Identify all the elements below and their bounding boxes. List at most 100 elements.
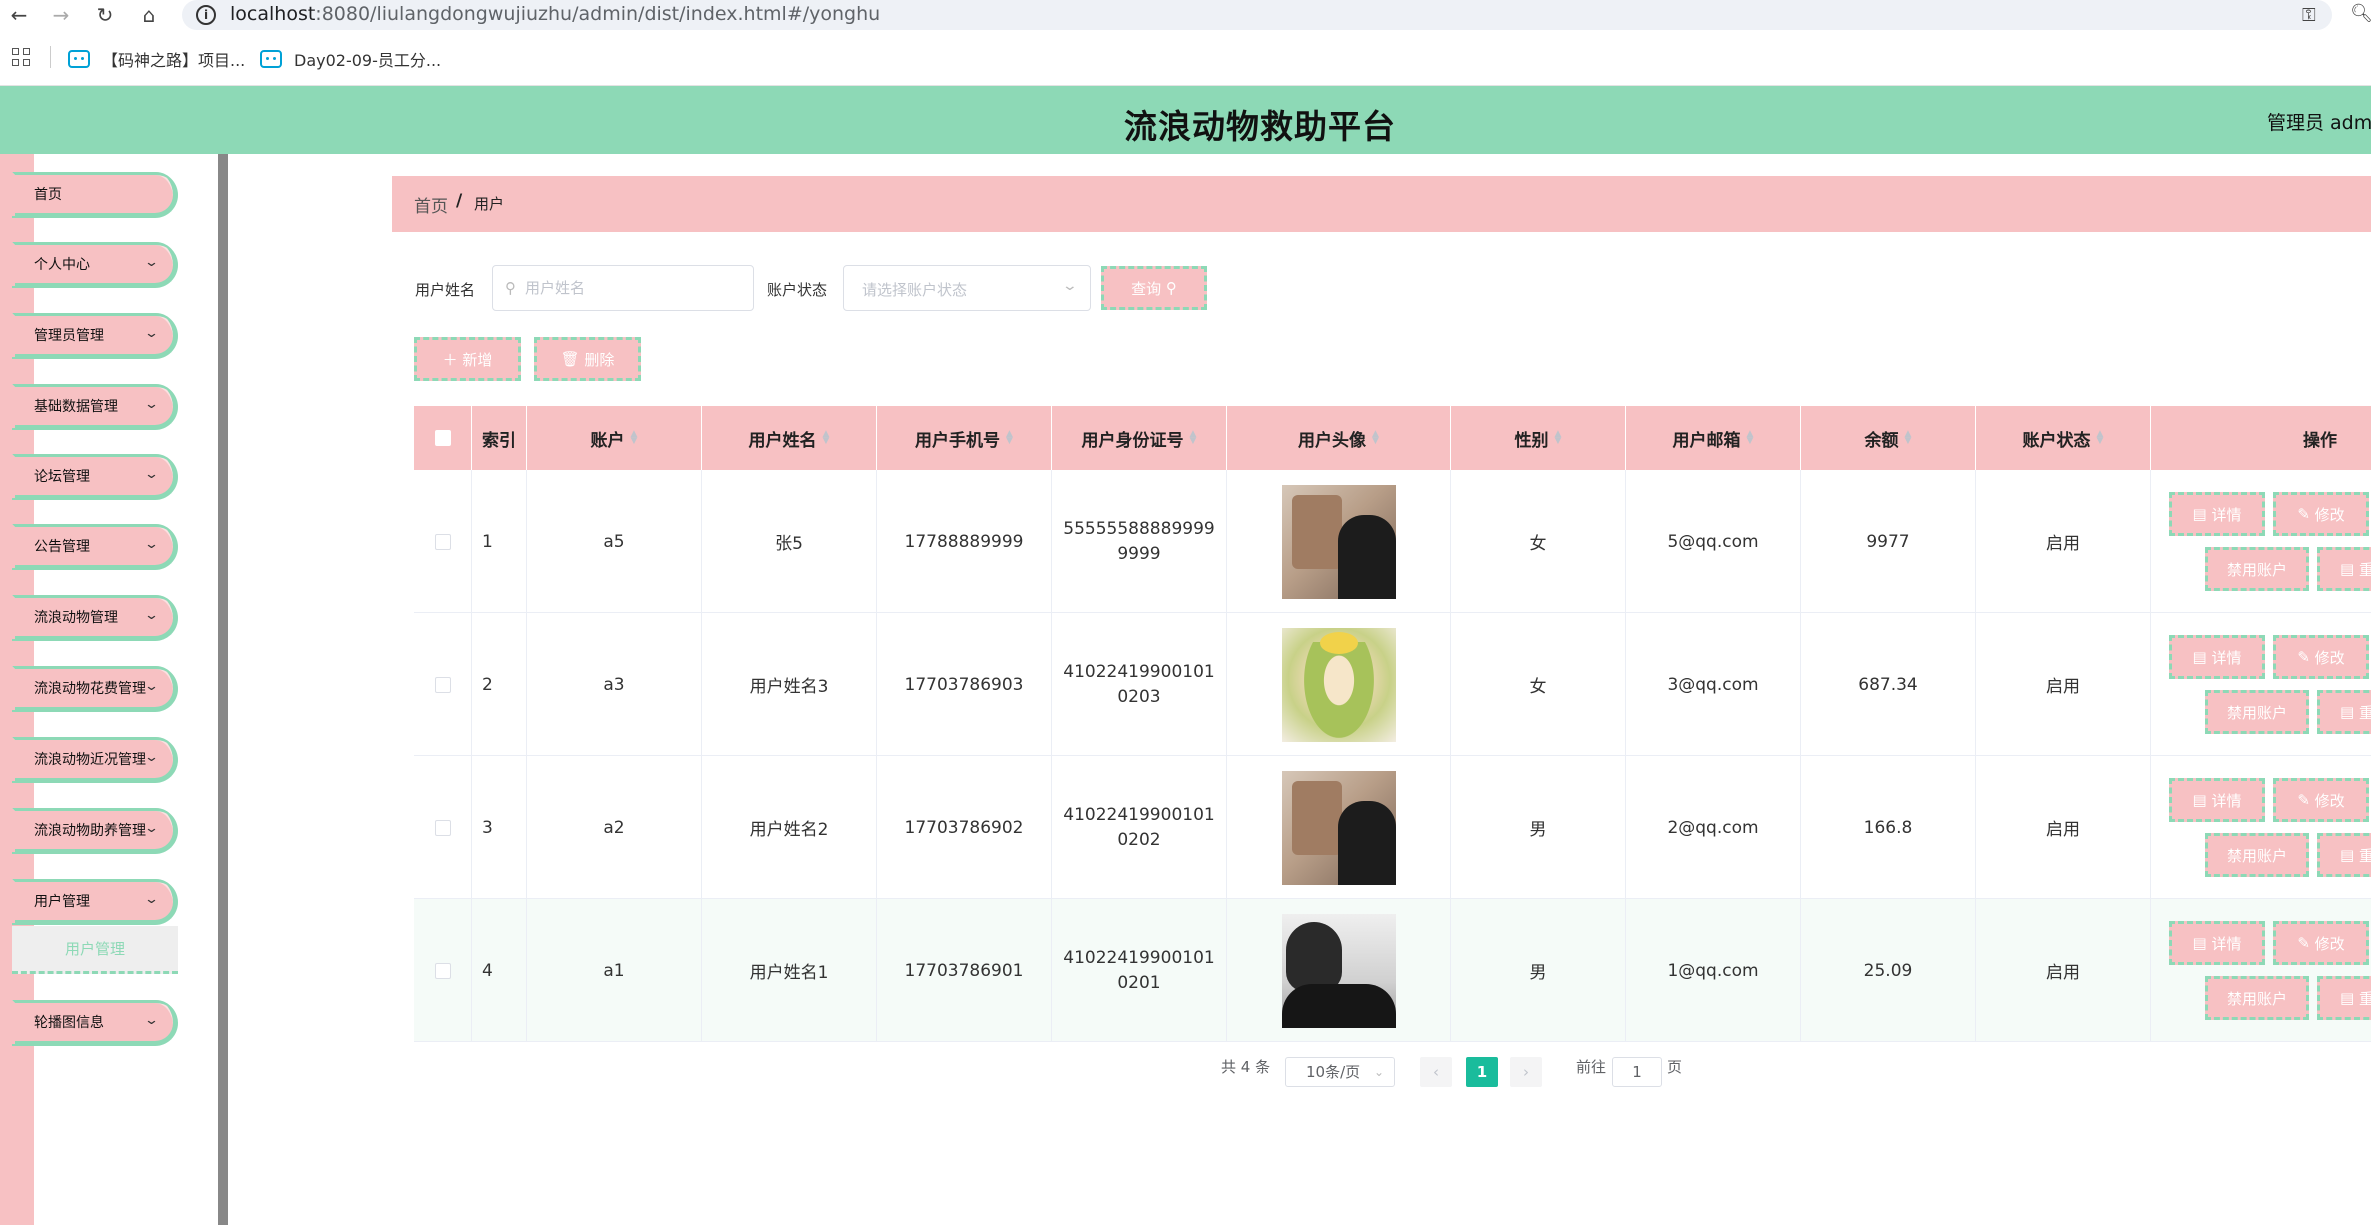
sort-caret-icon[interactable]: ▲ ▼ (1372, 430, 1379, 446)
sidebar-item-label: 流浪动物近况管理 (34, 752, 146, 768)
query-button-label: 查询 (1131, 279, 1162, 298)
reload-icon[interactable]: ↻ (92, 2, 118, 28)
reset-button[interactable]: ▤ 重 (2317, 833, 2371, 877)
disable-account-button[interactable]: 禁用账户 (2205, 547, 2309, 591)
user-avatar-image (1281, 484, 1396, 599)
chevron-down-icon: ⌄ (143, 608, 160, 623)
actions-cell: ▤ 详情✎ 修改禁用账户▤ 重 (2151, 756, 2371, 899)
row-checkbox[interactable] (434, 676, 451, 693)
detail-button[interactable]: ▤ 详情 (2169, 921, 2265, 965)
sort-caret-icon[interactable]: ▲ ▼ (631, 430, 638, 446)
cell-name: 用户姓名3 (702, 613, 877, 756)
home-icon[interactable]: ⌂ (136, 2, 162, 28)
cell-value: 启用 (2046, 677, 2080, 697)
disable-account-button[interactable]: 禁用账户 (2205, 976, 2309, 1020)
row-checkbox[interactable] (434, 819, 451, 836)
detail-button[interactable]: ▤ 详情 (2169, 635, 2265, 679)
detail-button[interactable]: ▤ 详情 (2169, 492, 2265, 536)
sort-caret-icon[interactable]: ▲ ▼ (1190, 430, 1197, 446)
admin-user-label[interactable]: 管理员 admi (2267, 108, 2371, 135)
cell-id-card: 555555888899999999 (1052, 470, 1227, 613)
add-button-label: 新增 (462, 350, 493, 369)
cell-email: 5@qq.com (1626, 470, 1801, 613)
cell-value: 25.09 (1863, 960, 1913, 981)
search-icon: ⚲ (1165, 279, 1177, 297)
sidebar-item-label: 首页 (34, 187, 62, 203)
sidebar-item[interactable]: 管理员管理 ⌄ (12, 313, 178, 359)
disable-account-button[interactable]: 禁用账户 (2205, 833, 2309, 877)
sort-caret-icon[interactable]: ▲ ▼ (1006, 430, 1013, 446)
sort-caret-icon[interactable]: ▲ ▼ (1747, 430, 1754, 446)
document-icon: ▤ (2192, 505, 2207, 523)
pencil-icon: ✎ (2297, 934, 2310, 952)
disable-account-button[interactable]: 禁用账户 (2205, 690, 2309, 734)
reset-button[interactable]: ▤ 重 (2317, 690, 2371, 734)
bookmark-item[interactable]: 【码神之路】项目... (68, 47, 245, 71)
goto-page-input[interactable]: 1 (1612, 1057, 1662, 1087)
forward-icon[interactable]: → (48, 2, 74, 28)
sidebar-item[interactable]: 首页 (12, 172, 178, 218)
url-text[interactable]: localhost:8080/liulangdongwujiuzhu/admin… (230, 3, 880, 25)
edit-button[interactable]: ✎ 修改 (2273, 492, 2369, 536)
apps-grid-icon[interactable] (12, 48, 30, 66)
sidebar-item-label: 轮播图信息 (34, 1015, 104, 1031)
chevron-down-icon: ⌄ (1373, 1065, 1384, 1079)
breadcrumb-separator: / (456, 191, 463, 211)
sidebar-item[interactable]: 流浪动物花费管理 ⌄ (12, 666, 178, 712)
key-icon[interactable]: ⚿ (2302, 5, 2316, 26)
cell-value: 410224199001010203 (1063, 661, 1215, 707)
column-header: 用户手机号 ▲ ▼ (877, 406, 1052, 470)
sidebar-item[interactable]: 基础数据管理 ⌄ (12, 384, 178, 430)
sort-caret-icon[interactable]: ▲ ▼ (823, 430, 830, 446)
breadcrumb-home[interactable]: 首页 (414, 192, 448, 217)
zoom-icon[interactable]: 🔍︎ (2350, 3, 2371, 24)
sidebar-item[interactable]: 公告管理 ⌄ (12, 524, 178, 570)
prev-page-button[interactable]: ‹ (1420, 1057, 1452, 1087)
username-input[interactable] (525, 276, 745, 300)
sort-caret-icon[interactable]: ▲ ▼ (1905, 430, 1912, 446)
sidebar-subitem-user-management[interactable]: 用户管理 (12, 926, 178, 974)
page-size-select[interactable]: 10条/页 ⌄ (1285, 1057, 1395, 1087)
column-header-label: 用户手机号 (915, 430, 1001, 451)
select-all-checkbox[interactable] (434, 430, 451, 446)
cell-value: a3 (603, 674, 625, 695)
sidebar-item-label: 公告管理 (34, 539, 90, 555)
edit-button[interactable]: ✎ 修改 (2273, 778, 2369, 822)
row-checkbox[interactable] (434, 533, 451, 550)
user-avatar-image (1281, 913, 1396, 1028)
sidebar-item[interactable]: 个人中心 ⌄ (12, 242, 178, 288)
add-button[interactable]: ＋ 新增 (414, 337, 521, 381)
edit-button[interactable]: ✎ 修改 (2273, 635, 2369, 679)
sort-caret-icon[interactable]: ▲ ▼ (2097, 430, 2104, 446)
bookmark-item[interactable]: Day02-09-员工分... (260, 47, 441, 71)
column-header-label: 索引 (482, 430, 516, 451)
sidebar-item[interactable]: 用户管理 ⌄ (12, 879, 178, 925)
sidebar-item[interactable]: 轮播图信息 ⌄ (12, 1000, 178, 1046)
cell-value: a5 (603, 531, 625, 552)
username-search-field[interactable]: ⚲ (492, 265, 754, 311)
delete-button[interactable]: 🗑︎ 删除 (534, 337, 641, 381)
site-info-icon[interactable]: i (196, 5, 216, 25)
cell-value: 410224199001010201 (1063, 947, 1215, 993)
reset-button[interactable]: ▤ 重 (2317, 976, 2371, 1020)
reset-button-label: 重 (2359, 559, 2371, 580)
page-number[interactable]: 1 (1466, 1057, 1498, 1087)
edit-button-label: 修改 (2314, 648, 2345, 667)
row-checkbox[interactable] (434, 962, 451, 979)
sidebar-item[interactable]: 流浪动物管理 ⌄ (12, 595, 178, 641)
detail-button[interactable]: ▤ 详情 (2169, 778, 2265, 822)
sort-caret-icon[interactable]: ▲ ▼ (1555, 430, 1562, 446)
cell-name: 用户姓名2 (702, 756, 877, 899)
account-status-select[interactable]: 请选择账户状态 ⌄ (843, 265, 1091, 311)
cell-value: 17703786903 (904, 674, 1024, 695)
edit-button[interactable]: ✎ 修改 (2273, 921, 2369, 965)
next-page-button[interactable]: › (1510, 1057, 1542, 1087)
cell-balance: 25.09 (1801, 899, 1976, 1042)
back-icon[interactable]: ← (6, 2, 32, 28)
query-button[interactable]: 查询 ⚲ (1101, 266, 1207, 310)
sidebar-item[interactable]: 流浪动物助养管理 ⌄ (12, 808, 178, 854)
sidebar-item[interactable]: 流浪动物近况管理 ⌄ (12, 737, 178, 783)
reset-button[interactable]: ▤ 重 (2317, 547, 2371, 591)
sidebar-item[interactable]: 论坛管理 ⌄ (12, 454, 178, 500)
cell-status: 启用 (1976, 899, 2151, 1042)
